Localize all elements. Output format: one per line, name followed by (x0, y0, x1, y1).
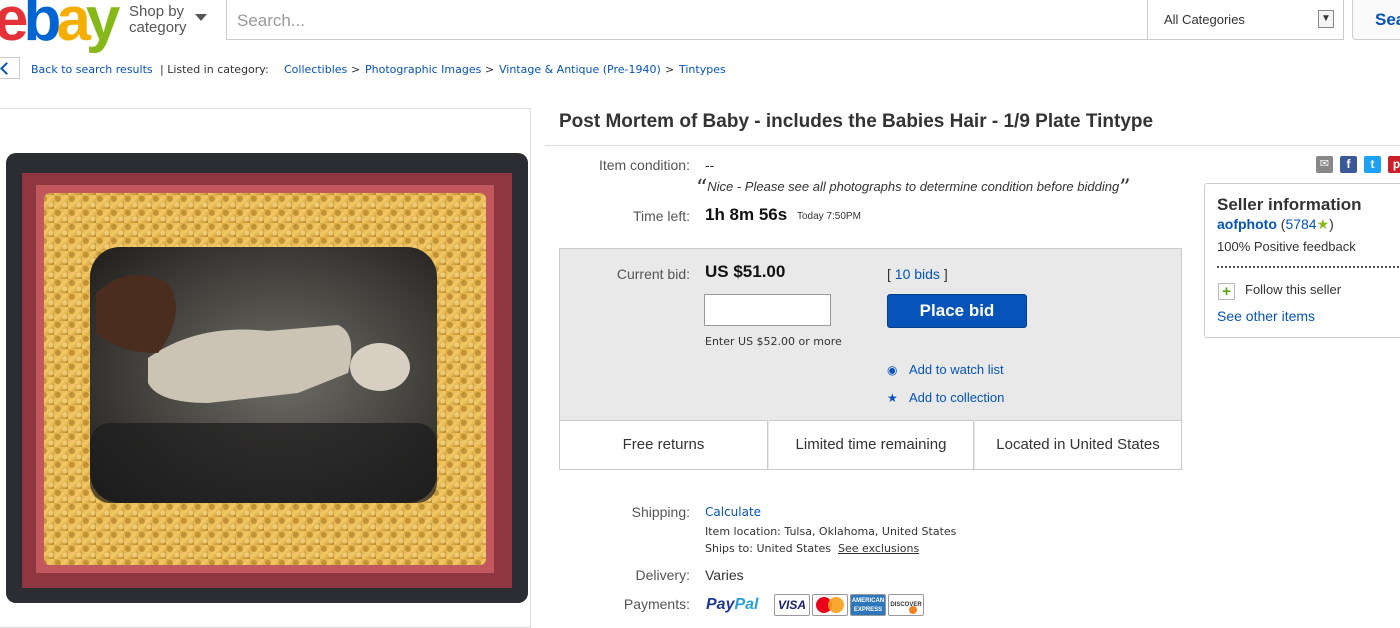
calculate-shipping-link[interactable]: Calculate (705, 505, 761, 519)
mastercard-icon (812, 594, 848, 616)
seller-info-heading: Seller information (1217, 195, 1362, 214)
breadcrumb: Back to search results | Listed in categ… (0, 57, 900, 81)
positive-feedback: 100% Positive feedback (1217, 239, 1356, 254)
breadcrumb-vintage-antique[interactable]: Vintage & Antique (Pre-1940) (499, 63, 661, 76)
current-bid-label: Current bid: (616, 266, 690, 282)
condition-note: “Nice - Please see all photographs to de… (696, 176, 1131, 201)
star-icon: ★ (887, 391, 898, 405)
category-label: category (129, 19, 187, 36)
search-button[interactable]: Sea (1352, 0, 1400, 40)
place-bid-button[interactable]: Place bid (887, 294, 1027, 328)
feature-location: Located in United States (975, 420, 1181, 469)
listed-in-label: | Listed in category: (160, 63, 269, 76)
divider (1217, 266, 1400, 268)
seller-name-link[interactable]: aofphoto (1217, 216, 1277, 232)
pinterest-icon[interactable]: p (1388, 156, 1400, 173)
shop-by-label: Shop by (129, 3, 185, 20)
ships-to: Ships to: United States See exclusions (705, 542, 920, 555)
delivery-label: Delivery: (635, 567, 690, 583)
discover-icon: DISCOVER (888, 594, 924, 616)
breadcrumb-separator: > (485, 63, 495, 76)
facebook-icon[interactable]: f (1340, 156, 1357, 173)
item-image-panel (0, 108, 531, 628)
shipping-label: Shipping: (631, 504, 690, 520)
seller-name: aofphoto (5784★) (1217, 216, 1334, 232)
title-divider (545, 145, 1400, 146)
follow-seller-link[interactable]: Follow this seller (1245, 282, 1341, 297)
feedback-score-link[interactable]: 5784 (1285, 216, 1316, 232)
feature-free-returns: Free returns (560, 420, 768, 469)
current-bid-value: US $51.00 (705, 262, 786, 281)
shop-by-category-button[interactable]: Shop by category (129, 4, 187, 36)
mail-icon[interactable]: ✉ (1316, 156, 1333, 173)
item-condition-value: -- (705, 157, 715, 173)
time-left-label: Time left: (632, 208, 690, 224)
see-exclusions-link[interactable]: See exclusions (838, 542, 919, 555)
breadcrumb-collectibles[interactable]: Collectibles (284, 63, 347, 76)
bid-hint: Enter US $52.00 or more (705, 335, 842, 348)
chevron-down-icon[interactable] (195, 14, 207, 21)
time-left-value: 1h 8m 56s (705, 205, 788, 224)
item-condition-label: Item condition: (598, 157, 690, 173)
end-time: Today 7:50PM (797, 211, 861, 222)
see-other-items-link[interactable]: See other items (1217, 308, 1315, 324)
star-icon: ★ (1316, 216, 1330, 232)
twitter-icon[interactable]: t (1364, 156, 1381, 173)
plus-icon[interactable]: + (1218, 283, 1235, 300)
amex-icon: AMERICAN EXPRESS (850, 594, 886, 616)
condition-note-text: Nice - Please see all photographs to det… (707, 179, 1120, 194)
category-select[interactable]: All Categories (1148, 0, 1344, 40)
bid-count: [ 10 bids ] (887, 266, 948, 282)
breadcrumb-separator: > (351, 63, 361, 76)
ebay-logo[interactable]: ebay (0, 0, 120, 51)
breadcrumb-tintypes[interactable]: Tintypes (679, 63, 726, 76)
back-to-search-link[interactable]: Back to search results (31, 63, 153, 76)
site-header: ebay Shop by category Search... All Cate… (0, 0, 1400, 51)
breadcrumb-separator: > (665, 63, 675, 76)
item-title: Post Mortem of Baby - includes the Babie… (559, 111, 1154, 132)
eye-icon: ◉ (887, 363, 898, 377)
item-photo[interactable] (0, 153, 531, 609)
select-arrow-icon[interactable]: ▼ (1318, 10, 1334, 28)
visa-icon: VISA (774, 594, 810, 616)
breadcrumb-photographic-images[interactable]: Photographic Images (365, 63, 481, 76)
add-to-collection-link[interactable]: ★ Add to collection (887, 390, 1004, 405)
delivery-value: Varies (705, 567, 744, 583)
chevron-left-icon[interactable] (0, 57, 20, 79)
item-location: Item location: Tulsa, Oklahoma, United S… (705, 525, 957, 538)
search-input[interactable]: Search... (226, 0, 1148, 40)
payments-label: Payments: (623, 596, 690, 612)
bid-amount-input[interactable] (704, 294, 831, 326)
paypal-logo: PayPal (706, 596, 759, 613)
feature-limited-time: Limited time remaining (769, 420, 974, 469)
bid-history-link[interactable]: 10 bids (895, 266, 940, 282)
add-to-watch-list-link[interactable]: ◉ Add to watch list (887, 362, 1004, 377)
